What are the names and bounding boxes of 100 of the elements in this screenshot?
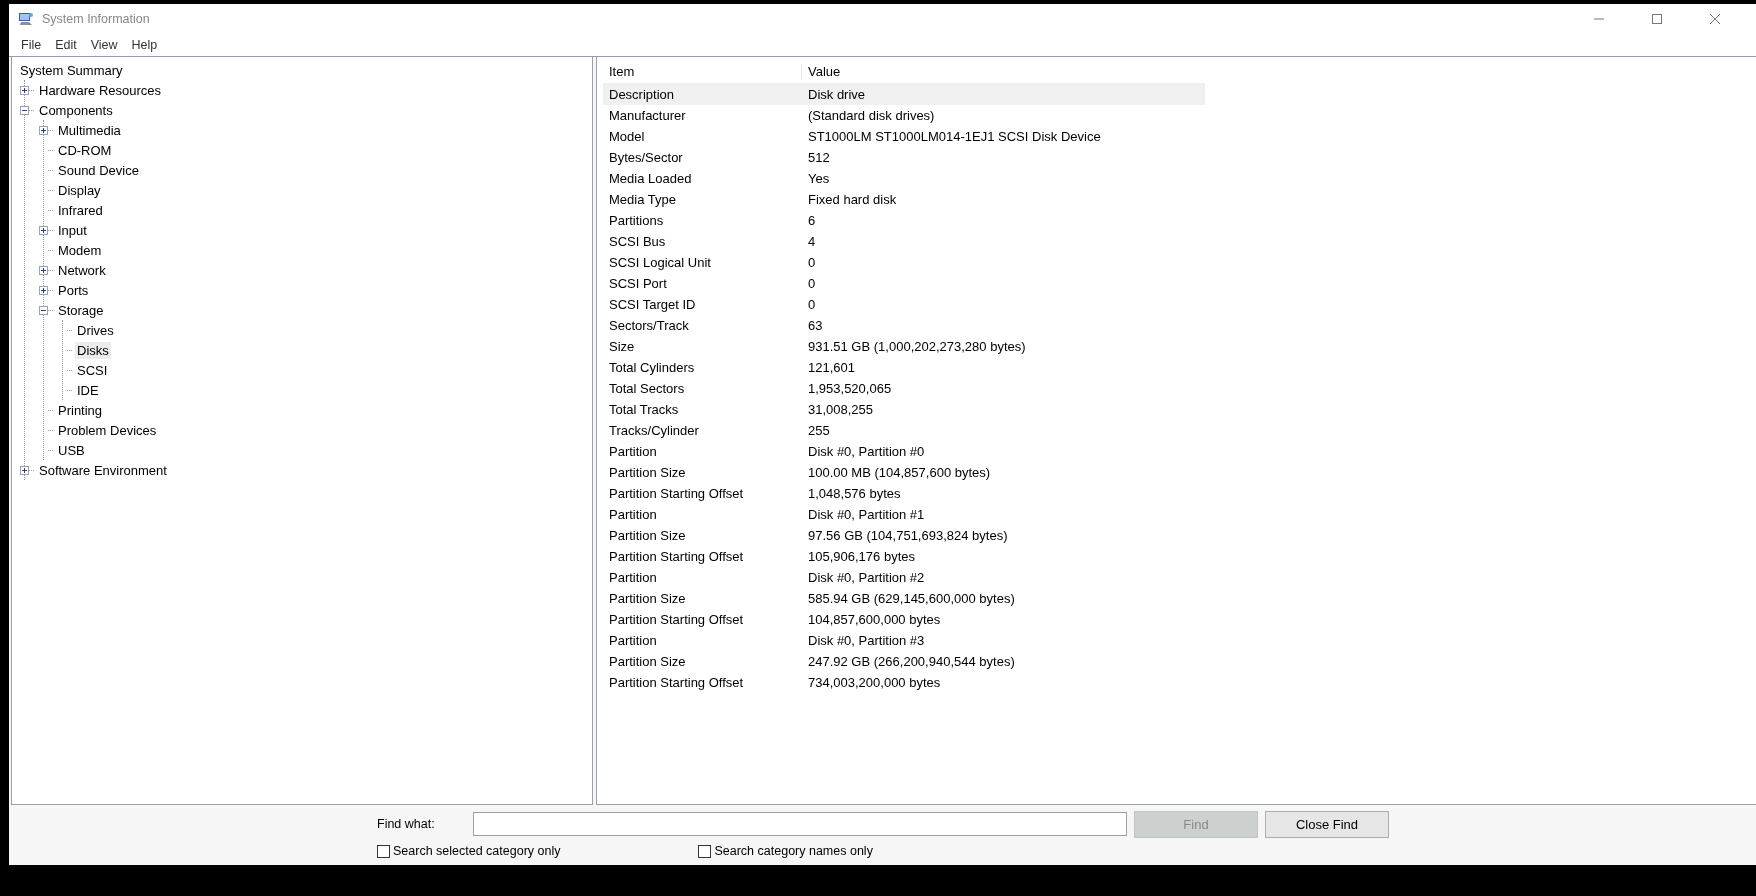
tree-item[interactable]: USB	[56, 441, 87, 459]
table-row[interactable]: Partition Size 585.94 GB (629,145,600,000 bytes)	[603, 588, 1205, 609]
table-cell-text: Partition Size	[608, 528, 687, 543]
tree-item[interactable]: Ports	[56, 281, 91, 299]
tree-item[interactable]: Drives	[75, 321, 116, 339]
table-cell-text: 1,048,576 bytes	[807, 486, 901, 501]
table-cell-text: 4	[807, 234, 816, 249]
table-cell-text: Partition	[608, 570, 658, 585]
tree-item[interactable]: Input	[56, 221, 89, 239]
table-cell-text: SCSI Logical Unit	[608, 255, 712, 270]
table-row[interactable]: Partition Starting Offset 1,048,576 bytes	[603, 483, 1205, 504]
table-cell-text: 6	[807, 213, 816, 228]
table-cell-text: 255	[807, 423, 830, 438]
expand-icon[interactable]	[20, 465, 29, 475]
table-row[interactable]: Description Disk drive	[603, 84, 1205, 105]
table-cell-text: 121,601	[807, 360, 855, 375]
table-row[interactable]: Partition Disk #0, Partition #1	[603, 504, 1205, 525]
close-icon[interactable]	[1709, 13, 1721, 25]
tree-item[interactable]: System Summary	[18, 61, 125, 79]
table-row[interactable]: Partition Disk #0, Partition #0	[603, 441, 1205, 462]
tree-item[interactable]: Modem	[56, 241, 104, 259]
expand-icon[interactable]	[39, 265, 48, 275]
expand-icon[interactable]	[39, 225, 48, 235]
table-cell-text: 105,906,176 bytes	[807, 549, 915, 564]
checkbox-label[interactable]: Search category names only	[714, 844, 873, 858]
expand-icon[interactable]	[39, 285, 48, 295]
table-cell-text: Partition	[608, 633, 658, 648]
menu-item[interactable]: View	[83, 38, 125, 52]
tree-item[interactable]: Disks	[75, 341, 111, 359]
table-cell-text: 512	[807, 150, 830, 165]
table-cell-text: ST1000LM ST1000LM014-1EJ1 SCSI Disk Device	[807, 129, 1101, 144]
table-row[interactable]: Partition Size 100.00 MB (104,857,600 bytes)	[603, 462, 1205, 483]
tree-item[interactable]: Storage	[56, 301, 106, 319]
column-header[interactable]: Value	[802, 63, 841, 79]
table-cell-text: Partition Starting Offset	[608, 675, 745, 690]
table-cell-text: SCSI Target ID	[608, 297, 697, 312]
table-cell-text: 734,003,200,000 bytes	[807, 675, 941, 690]
checkbox[interactable]	[698, 844, 712, 858]
table-row[interactable]: Size 931.51 GB (1,000,202,273,280 bytes)	[603, 336, 1205, 357]
table-cell-text: Yes	[807, 171, 830, 186]
expand-icon[interactable]	[39, 125, 48, 135]
tree-item[interactable]: Display	[56, 181, 103, 199]
tree-item[interactable]: Multimedia	[56, 121, 123, 139]
table-row[interactable]: Bytes/Sector 512	[603, 147, 1205, 168]
expand-icon[interactable]	[20, 85, 29, 95]
menu-item[interactable]: File	[14, 38, 49, 52]
find-label: Find what:	[377, 817, 436, 831]
checkbox-label[interactable]: Search selected category only	[393, 844, 561, 858]
column-header[interactable]: Item	[603, 63, 802, 79]
table-cell-text: Disk #0, Partition #1	[807, 507, 925, 522]
tree-item[interactable]: Infrared	[56, 201, 105, 219]
menu-item[interactable]: Edit	[48, 38, 84, 52]
table-row[interactable]: Partition Size 97.56 GB (104,751,693,824 bytes)	[603, 525, 1205, 546]
tree-item[interactable]: Software Environment	[37, 461, 169, 479]
table-cell-text: 100.00 MB (104,857,600 bytes)	[807, 465, 991, 480]
table-row[interactable]: Model ST1000LM ST1000LM014-1EJ1 SCSI Disk Device	[603, 126, 1205, 147]
table-row[interactable]: Media Type Fixed hard disk	[603, 189, 1205, 210]
table-row[interactable]: Partitions 6	[603, 210, 1205, 231]
window-title: System Information	[42, 12, 150, 26]
checkbox[interactable]	[377, 844, 390, 858]
table-row[interactable]: Total Cylinders 121,601	[603, 357, 1205, 378]
table-cell-text: 104,857,600,000 bytes	[807, 612, 941, 627]
table-row[interactable]: Total Sectors 1,953,520,065	[603, 378, 1205, 399]
table-row[interactable]: Partition Starting Offset 104,857,600,000 bytes	[603, 609, 1205, 630]
table-cell-text: Partition	[608, 444, 658, 459]
table-row[interactable]: SCSI Bus 4	[603, 231, 1205, 252]
menu-item[interactable]: Help	[124, 38, 165, 52]
tree-item[interactable]: Hardware Resources	[37, 81, 164, 99]
table-cell-text: Bytes/Sector	[608, 150, 684, 165]
table-row[interactable]: Partition Starting Offset 105,906,176 bytes	[603, 546, 1205, 567]
table-cell-text: Model	[608, 129, 646, 144]
table-row[interactable]: Total Tracks 31,008,255	[603, 399, 1205, 420]
table-row[interactable]: SCSI Logical Unit 0	[603, 252, 1205, 273]
tree-item[interactable]: Problem Devices	[56, 421, 159, 439]
tree-item[interactable]: SCSI	[75, 361, 110, 379]
table-row[interactable]: SCSI Port 0	[603, 273, 1205, 294]
find-field[interactable]	[473, 812, 1127, 836]
maximize-icon[interactable]	[1651, 13, 1663, 25]
table-row[interactable]: Sectors/Track 63	[603, 315, 1205, 336]
tree-item[interactable]: Printing	[56, 401, 105, 419]
table-cell-text: Disk #0, Partition #2	[807, 570, 925, 585]
table-row[interactable]: Partition Disk #0, Partition #2	[603, 567, 1205, 588]
tree-item[interactable]: CD-ROM	[56, 141, 114, 159]
table-cell-text: Manufacturer	[608, 108, 687, 123]
collapse-icon[interactable]	[20, 105, 29, 115]
tree-item[interactable]: Sound Device	[56, 161, 141, 179]
table-cell-text: SCSI Bus	[608, 234, 667, 249]
table-row[interactable]: Manufacturer (Standard disk drives)	[603, 105, 1205, 126]
tree-item[interactable]: IDE	[75, 381, 101, 399]
table-row[interactable]: Media Loaded Yes	[603, 168, 1205, 189]
tree-item[interactable]: Components	[37, 101, 115, 119]
table-row[interactable]: Partition Starting Offset 734,003,200,000 bytes	[603, 672, 1205, 693]
tree-item[interactable]: Network	[56, 261, 108, 279]
table-row[interactable]: Tracks/Cylinder 255	[603, 420, 1205, 441]
table-row[interactable]: Partition Size 247.92 GB (266,200,940,544 bytes)	[603, 651, 1205, 672]
collapse-icon[interactable]	[39, 305, 48, 315]
table-row[interactable]: SCSI Target ID 0	[603, 294, 1205, 315]
table-cell-text: Disk #0, Partition #0	[807, 444, 925, 459]
table-row[interactable]: Partition Disk #0, Partition #3	[603, 630, 1205, 651]
close-find-button[interactable]: Close Find	[1265, 810, 1389, 838]
